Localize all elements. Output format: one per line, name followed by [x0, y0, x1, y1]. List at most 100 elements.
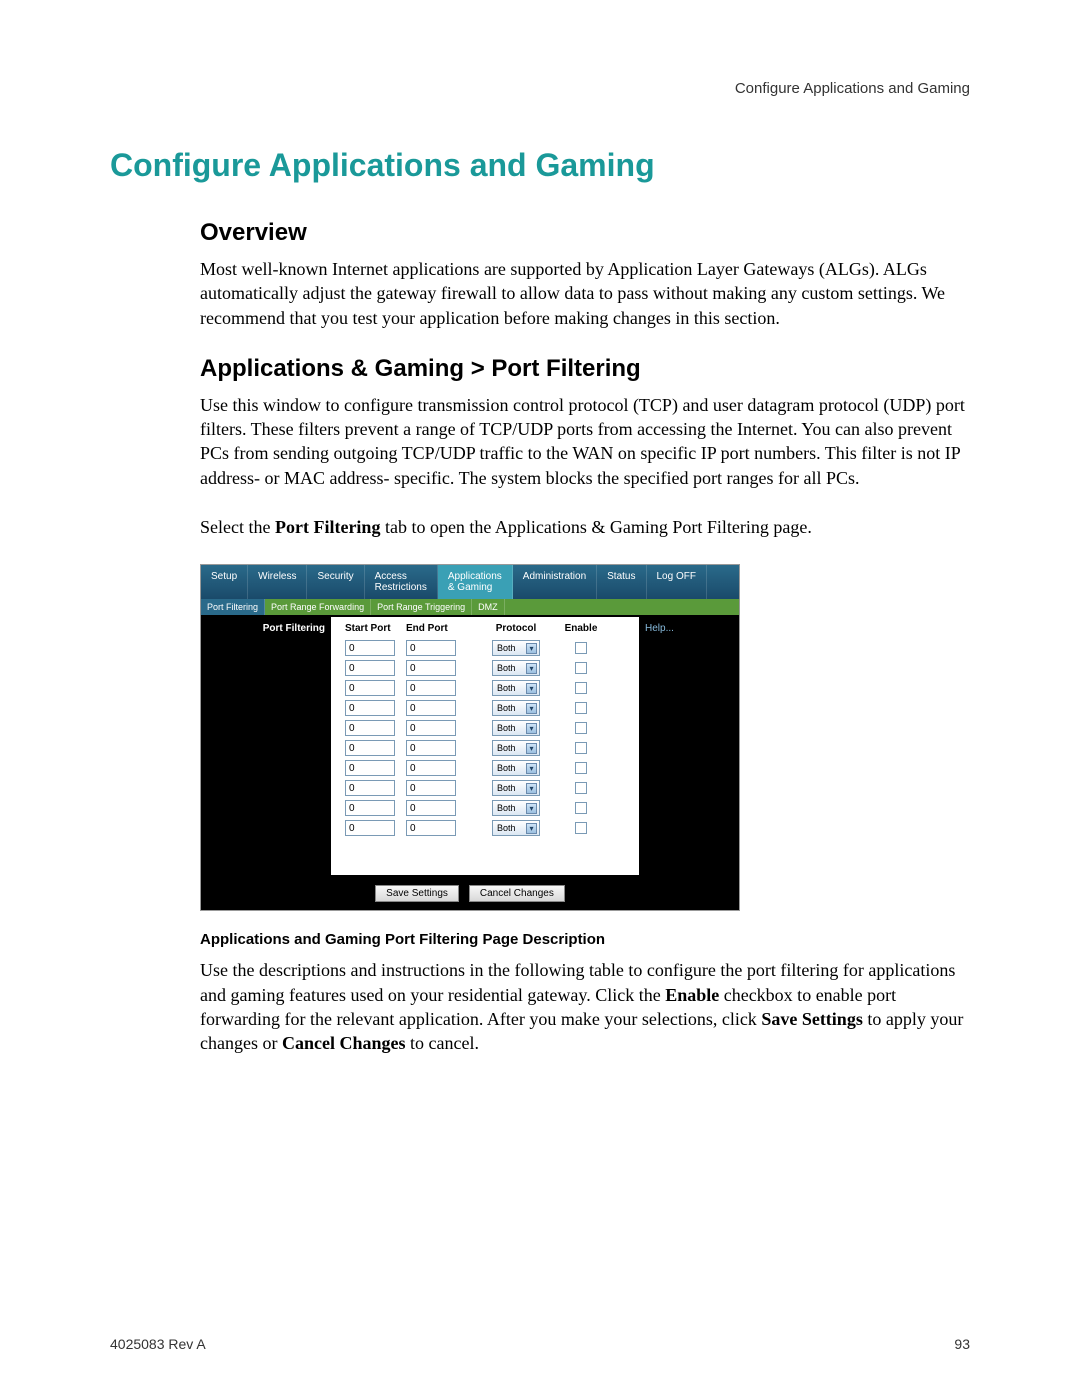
protocol-select[interactable]: Both▾: [492, 720, 540, 736]
port-filtering-heading: Applications & Gaming > Port Filtering: [200, 355, 970, 383]
end-port-input[interactable]: [406, 780, 456, 796]
port-filter-row: Both▾: [331, 778, 639, 798]
description-heading: Applications and Gaming Port Filtering P…: [200, 931, 970, 948]
enable-checkbox[interactable]: [575, 762, 587, 774]
nav-tab[interactable]: Security: [307, 565, 364, 599]
bold-port-filtering: Port Filtering: [275, 517, 380, 537]
protocol-select[interactable]: Both▾: [492, 700, 540, 716]
main-nav-tabs: SetupWirelessSecurityAccessRestrictionsA…: [201, 565, 739, 599]
start-port-input[interactable]: [345, 700, 395, 716]
overview-paragraph: Most well-known Internet applications ar…: [200, 257, 970, 330]
start-port-input[interactable]: [345, 680, 395, 696]
chevron-down-icon: ▾: [526, 683, 537, 694]
port-filter-row: Both▾: [331, 818, 639, 838]
bold-save-settings: Save Settings: [761, 1009, 863, 1029]
description-paragraph: Use the descriptions and instructions in…: [200, 958, 970, 1055]
end-port-input[interactable]: [406, 660, 456, 676]
enable-checkbox[interactable]: [575, 822, 587, 834]
start-port-input[interactable]: [345, 820, 395, 836]
port-filtering-paragraph-2: Select the Port Filtering tab to open th…: [200, 515, 970, 539]
port-filter-row: Both▾: [331, 698, 639, 718]
nav-tab[interactable]: Status: [597, 565, 646, 599]
end-port-input[interactable]: [406, 820, 456, 836]
chevron-down-icon: ▾: [526, 723, 537, 734]
side-label: Port Filtering: [201, 615, 331, 875]
button-row: Save Settings Cancel Changes: [201, 875, 739, 910]
page-title: Configure Applications and Gaming: [110, 147, 970, 184]
col-start-port: Start Port: [331, 623, 406, 634]
port-filter-row: Both▾: [331, 658, 639, 678]
chevron-down-icon: ▾: [526, 803, 537, 814]
start-port-input[interactable]: [345, 780, 395, 796]
port-filter-row: Both▾: [331, 678, 639, 698]
save-settings-button[interactable]: Save Settings: [375, 885, 459, 902]
nav-tab[interactable]: Applications& Gaming: [438, 565, 513, 599]
start-port-input[interactable]: [345, 740, 395, 756]
protocol-select[interactable]: Both▾: [492, 740, 540, 756]
help-link[interactable]: Help...: [639, 615, 739, 875]
footer-page-number: 93: [954, 1336, 970, 1352]
nav-tab[interactable]: Administration: [513, 565, 597, 599]
protocol-select[interactable]: Both▾: [492, 760, 540, 776]
port-filter-row: Both▾: [331, 738, 639, 758]
end-port-input[interactable]: [406, 740, 456, 756]
port-filter-row: Both▾: [331, 758, 639, 778]
end-port-input[interactable]: [406, 760, 456, 776]
protocol-select[interactable]: Both▾: [492, 640, 540, 656]
port-filtering-paragraph-1: Use this window to configure transmissio…: [200, 393, 970, 490]
protocol-select[interactable]: Both▾: [492, 660, 540, 676]
nav-tab[interactable]: Setup: [201, 565, 248, 599]
chevron-down-icon: ▾: [526, 823, 537, 834]
enable-checkbox[interactable]: [575, 682, 587, 694]
col-end-port: End Port: [406, 623, 481, 634]
enable-checkbox[interactable]: [575, 802, 587, 814]
port-filter-row: Both▾: [331, 798, 639, 818]
end-port-input[interactable]: [406, 700, 456, 716]
chevron-down-icon: ▾: [526, 783, 537, 794]
end-port-input[interactable]: [406, 640, 456, 656]
port-filter-row: Both▾: [331, 638, 639, 658]
enable-checkbox[interactable]: [575, 742, 587, 754]
sub-nav-tabs: Port FilteringPort Range ForwardingPort …: [201, 599, 739, 615]
footer-doc-id: 4025083 Rev A: [110, 1336, 206, 1352]
chevron-down-icon: ▾: [526, 643, 537, 654]
bold-enable: Enable: [665, 985, 719, 1005]
nav-tab[interactable]: Log OFF: [647, 565, 707, 599]
end-port-input[interactable]: [406, 720, 456, 736]
enable-checkbox[interactable]: [575, 782, 587, 794]
enable-checkbox[interactable]: [575, 702, 587, 714]
port-filter-row: Both▾: [331, 718, 639, 738]
protocol-select[interactable]: Both▾: [492, 780, 540, 796]
end-port-input[interactable]: [406, 800, 456, 816]
bold-cancel-changes: Cancel Changes: [282, 1033, 406, 1053]
chevron-down-icon: ▾: [526, 663, 537, 674]
sub-tab[interactable]: Port Filtering: [201, 599, 265, 615]
port-filter-table: Start Port End Port Protocol Enable Both…: [331, 615, 639, 875]
chevron-down-icon: ▾: [526, 743, 537, 754]
cancel-changes-button[interactable]: Cancel Changes: [469, 885, 565, 902]
start-port-input[interactable]: [345, 800, 395, 816]
enable-checkbox[interactable]: [575, 662, 587, 674]
router-ui-screenshot: SetupWirelessSecurityAccessRestrictionsA…: [200, 564, 740, 911]
end-port-input[interactable]: [406, 680, 456, 696]
chevron-down-icon: ▾: [526, 763, 537, 774]
start-port-input[interactable]: [345, 720, 395, 736]
sub-tab[interactable]: Port Range Triggering: [371, 599, 472, 615]
start-port-input[interactable]: [345, 640, 395, 656]
text: to cancel.: [405, 1033, 478, 1053]
protocol-select[interactable]: Both▾: [492, 680, 540, 696]
sub-tab[interactable]: DMZ: [472, 599, 505, 615]
nav-tab[interactable]: Wireless: [248, 565, 307, 599]
protocol-select[interactable]: Both▾: [492, 820, 540, 836]
start-port-input[interactable]: [345, 660, 395, 676]
protocol-select[interactable]: Both▾: [492, 800, 540, 816]
overview-heading: Overview: [200, 219, 970, 247]
sub-tab[interactable]: Port Range Forwarding: [265, 599, 371, 615]
nav-tab[interactable]: AccessRestrictions: [365, 565, 438, 599]
enable-checkbox[interactable]: [575, 642, 587, 654]
start-port-input[interactable]: [345, 760, 395, 776]
text: tab to open the Applications & Gaming Po…: [380, 517, 811, 537]
header-right-text: Configure Applications and Gaming: [110, 80, 970, 97]
chevron-down-icon: ▾: [526, 703, 537, 714]
enable-checkbox[interactable]: [575, 722, 587, 734]
